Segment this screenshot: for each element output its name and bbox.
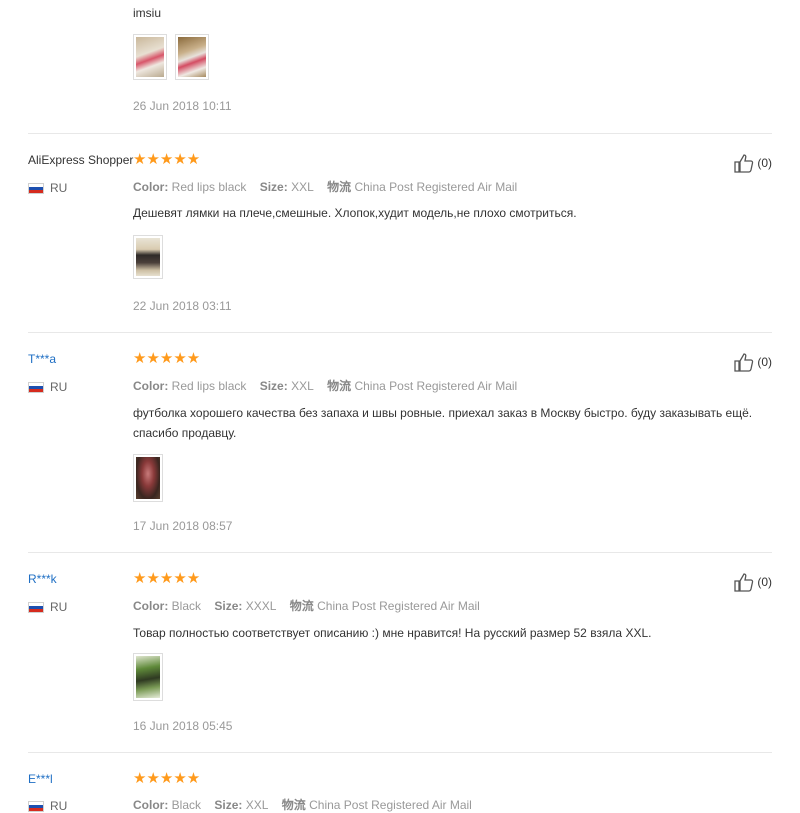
order-attributes: Color: Black Size: XXXL 物流 China Post Re…	[133, 599, 480, 613]
reviewer-country: RU	[28, 181, 67, 195]
thumbs-up-icon	[734, 353, 754, 372]
russia-flag-icon	[28, 381, 44, 393]
rating-stars: ★★★★★	[133, 570, 201, 587]
review-item: E***l RU ★★★★★ Color: Black Size: XXL 物流…	[28, 752, 772, 813]
reviewer-name[interactable]: T***a	[28, 352, 56, 366]
helpful-button[interactable]: (0)	[733, 351, 772, 373]
review-date: 26 Jun 2018 10:11	[133, 99, 232, 113]
rating-stars: ★★★★★	[133, 770, 201, 787]
reviewer-name: AliExpress Shopper	[28, 153, 134, 167]
helpful-button[interactable]: (0)	[733, 152, 772, 174]
rating-stars: ★★★★★	[133, 350, 201, 367]
order-attributes: Color: Red lips black Size: XXL 物流 China…	[133, 379, 518, 393]
review-text: Товар полностью соответствует описанию :…	[133, 626, 652, 640]
review-date: 22 Jun 2018 03:11	[133, 299, 232, 313]
review-text: Дешевят лямки на плече,смешные. Хлопок,х…	[133, 206, 577, 220]
reviewer-country: RU	[28, 799, 67, 813]
review-photo-thumbnail[interactable]	[133, 235, 163, 279]
review-text: imsiu	[133, 6, 162, 20]
thumbs-up-icon	[734, 573, 754, 592]
review-photo-thumbnail[interactable]	[133, 34, 167, 80]
russia-flag-icon	[28, 182, 44, 194]
reviewer-country: RU	[28, 600, 67, 614]
review-photo-thumbnail[interactable]	[175, 34, 209, 80]
reviewer-name[interactable]: E***l	[28, 772, 53, 786]
review-item: T***a RU ★★★★★ (0) Color: Red lips black…	[28, 332, 772, 553]
rating-stars: ★★★★★	[133, 151, 201, 168]
review-date: 16 Jun 2018 05:45	[133, 719, 233, 733]
review-item: AliExpress Shopper RU ★★★★★ (0) Color: R…	[28, 133, 772, 333]
helpful-button[interactable]: (0)	[733, 571, 772, 593]
thumbs-up-icon	[734, 154, 754, 173]
reviewer-name[interactable]: R***k	[28, 572, 57, 586]
order-attributes: Color: Red lips black Size: XXL 物流 China…	[133, 180, 518, 194]
review-photo-thumbnail[interactable]	[133, 454, 163, 502]
review-text: футболка хорошего качества без запаха и …	[133, 406, 753, 440]
russia-flag-icon	[28, 601, 44, 613]
review-photo-thumbnail[interactable]	[133, 653, 163, 701]
review-item: R***k RU ★★★★★ (0) Color: Black Size: XX…	[28, 552, 772, 753]
order-attributes: Color: Black Size: XXL 物流 China Post Reg…	[133, 798, 472, 812]
reviewer-country: RU	[28, 380, 67, 394]
review-date: 17 Jun 2018 08:57	[133, 519, 233, 533]
review-photos	[133, 34, 209, 80]
russia-flag-icon	[28, 800, 44, 812]
